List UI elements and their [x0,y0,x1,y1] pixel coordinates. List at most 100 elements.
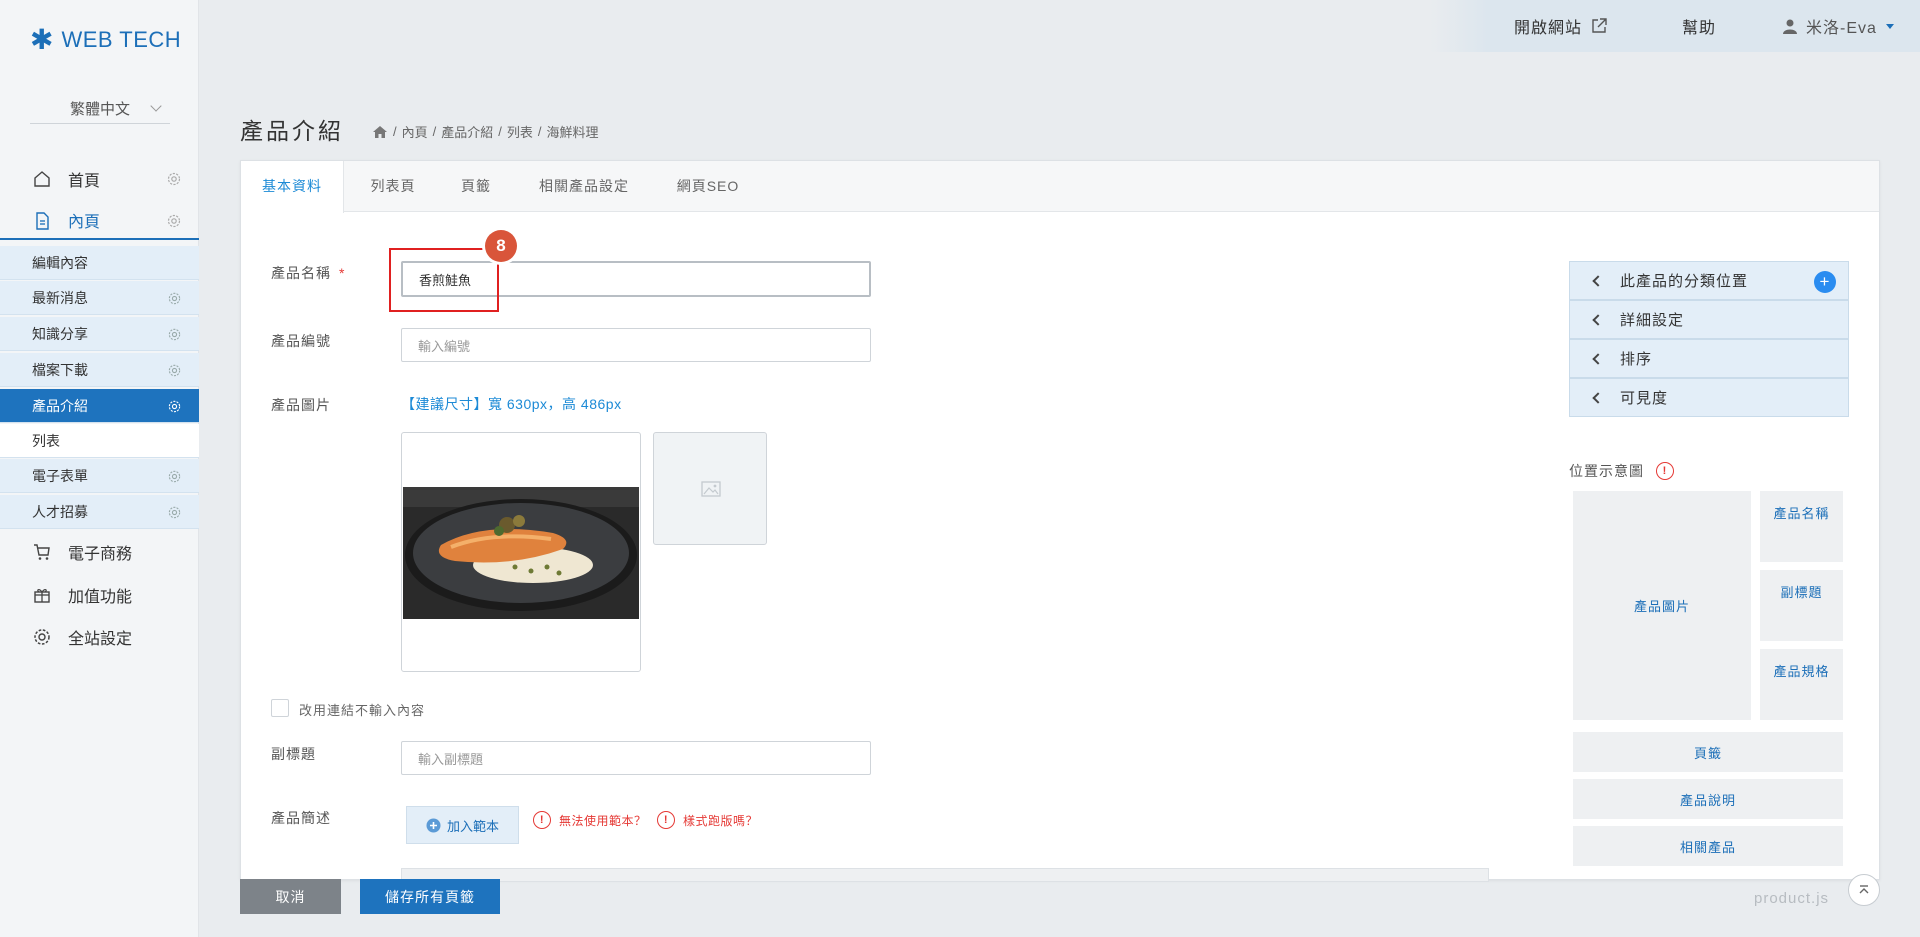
chevron-left-icon [1592,275,1604,287]
position-block-image: 產品圖片 [1573,491,1751,720]
accordion-category-position[interactable]: 此產品的分類位置 + [1569,261,1849,300]
user-menu[interactable]: 米洛-Eva [1782,14,1895,38]
open-site-link[interactable]: 開啟網站 [1514,14,1608,38]
sidebar-item-label: 知識分享 [32,325,88,342]
gear-icon[interactable] [166,171,182,187]
editor-toolbar[interactable] [401,868,1489,882]
tab-seo[interactable]: 網頁SEO [658,161,758,212]
accordion-sort[interactable]: 排序 [1569,339,1849,378]
info-icon: ! [533,811,551,829]
nav-item-label: 加值功能 [68,589,133,606]
position-block-subtitle: 副標題 [1760,570,1843,641]
help-label: 幫助 [1682,20,1717,37]
asterisk-logo-icon: ✱ [30,24,54,55]
nav-item-label: 電子商務 [68,546,133,563]
image-placeholder-icon [701,481,721,497]
home-icon [34,171,50,187]
open-site-label: 開啟網站 [1514,20,1583,37]
product-number-placeholder: 輸入編號 [418,338,471,354]
chevron-down-icon [150,100,162,112]
help-link[interactable]: 幫助 [1682,14,1716,38]
file-label: product.js [1754,890,1830,907]
breadcrumb: / 內頁 / 產品介紹 / 列表 / 海鮮料理 [372,122,599,141]
chevron-left-icon [1592,353,1604,365]
info-icon[interactable]: ! [1656,462,1674,480]
home-icon[interactable] [372,125,388,139]
sidebar-item-label: 產品介紹 [32,397,88,414]
subtitle-input[interactable]: 輸入副標題 [401,741,871,775]
breadcrumb-item[interactable]: 內頁 [402,122,428,141]
sidebar-item-list[interactable]: 列表 [0,424,199,458]
position-block-description: 產品說明 [1573,779,1843,819]
step-badge: 8 [485,230,517,262]
product-number-input[interactable]: 輸入編號 [401,328,871,362]
accordion-label: 詳細設定 [1620,312,1685,329]
tab-page-tabs[interactable]: 頁籤 [442,161,510,212]
gear-icon[interactable] [167,399,182,414]
sidebar-item-forms[interactable]: 電子表單 [0,459,199,493]
gift-icon [34,589,50,603]
nav-item-home[interactable]: 首頁 [0,160,199,198]
chevron-left-icon [1592,392,1604,404]
sidebar-item-downloads[interactable]: 檔案下載 [0,353,199,387]
nav-item-site-settings[interactable]: 全站設定 [0,618,199,656]
breadcrumb-item[interactable]: 產品介紹 [441,122,493,141]
position-block-name: 產品名稱 [1760,491,1843,562]
add-template-button[interactable]: 加入範本 [406,806,519,844]
language-select[interactable]: 繁體中文 [30,94,170,124]
language-value: 繁體中文 [69,101,130,118]
sidebar-item-label: 電子表單 [32,467,88,484]
use-link-checkbox[interactable] [271,699,289,717]
sidebar-item-label: 人才招募 [32,503,88,520]
document-icon [36,212,49,230]
gear-icon[interactable] [167,363,182,378]
tab-related-products[interactable]: 相關產品設定 [510,161,658,212]
arrow-up-icon [1859,885,1869,894]
product-image-label: 產品圖片 [271,397,331,413]
tab-bar: 基本資料 列表頁 頁籤 相關產品設定 網頁SEO [241,161,1879,213]
add-category-icon[interactable]: + [1814,271,1836,293]
add-template-label: 加入範本 [446,818,499,834]
accordion-visibility[interactable]: 可見度 [1569,378,1849,417]
summary-label: 產品簡述 [271,810,331,826]
position-block-spec: 產品規格 [1760,649,1843,720]
nav-item-value-added[interactable]: 加值功能 [0,576,199,614]
product-image-upload[interactable] [401,432,641,672]
user-icon [1783,19,1797,34]
gear-icon[interactable] [166,213,182,229]
position-block-tabs: 頁籤 [1573,732,1843,772]
sidebar-item-news[interactable]: 最新消息 [0,281,199,315]
plus-circle-icon [426,818,441,832]
nav-item-inner-pages[interactable]: 內頁 [0,202,199,240]
page-title: 產品介紹 [240,118,344,144]
cancel-button[interactable]: 取消 [240,879,341,914]
tab-list-page[interactable]: 列表頁 [344,161,442,212]
nav-item-ecommerce[interactable]: 電子商務 [0,533,199,571]
add-image-slot[interactable] [653,432,767,545]
back-to-top-button[interactable] [1848,874,1880,906]
subtitle-label: 副標題 [271,746,316,762]
sidebar-item-label: 編輯內容 [32,254,88,271]
image-size-hint: 【建議尺寸】寬 630px，高 486px [401,396,622,412]
tab-basic-info[interactable]: 基本資料 [241,161,344,213]
template-help-link[interactable]: ! 無法使用範本？ [533,811,647,829]
nav-item-label: 全站設定 [68,631,133,648]
logo-text: WEB TECH [61,27,182,52]
layout-help-link[interactable]: ! 樣式跑版嗎？ [657,811,758,829]
sidebar-item-products[interactable]: 產品介紹 [0,389,199,423]
use-link-label: 改用連結不輸入內容 [299,703,426,718]
logo[interactable]: ✱ WEB TECH [30,26,181,54]
gear-icon[interactable] [167,291,182,306]
sidebar-item-label: 檔案下載 [32,361,88,378]
gear-icon[interactable] [167,469,182,484]
gear-icon[interactable] [167,327,182,342]
sidebar-item-recruitment[interactable]: 人才招募 [0,495,199,529]
gear-icon[interactable] [167,505,182,520]
accordion-label: 可見度 [1620,390,1669,407]
save-all-button[interactable]: 儲存所有頁籤 [360,879,500,914]
sidebar-item-knowledge[interactable]: 知識分享 [0,317,199,351]
sidebar-item-edit-content[interactable]: 編輯內容 [0,246,199,280]
breadcrumb-current: 海鮮料理 [546,125,599,140]
breadcrumb-item[interactable]: 列表 [507,122,533,141]
accordion-detail-settings[interactable]: 詳細設定 [1569,300,1849,339]
